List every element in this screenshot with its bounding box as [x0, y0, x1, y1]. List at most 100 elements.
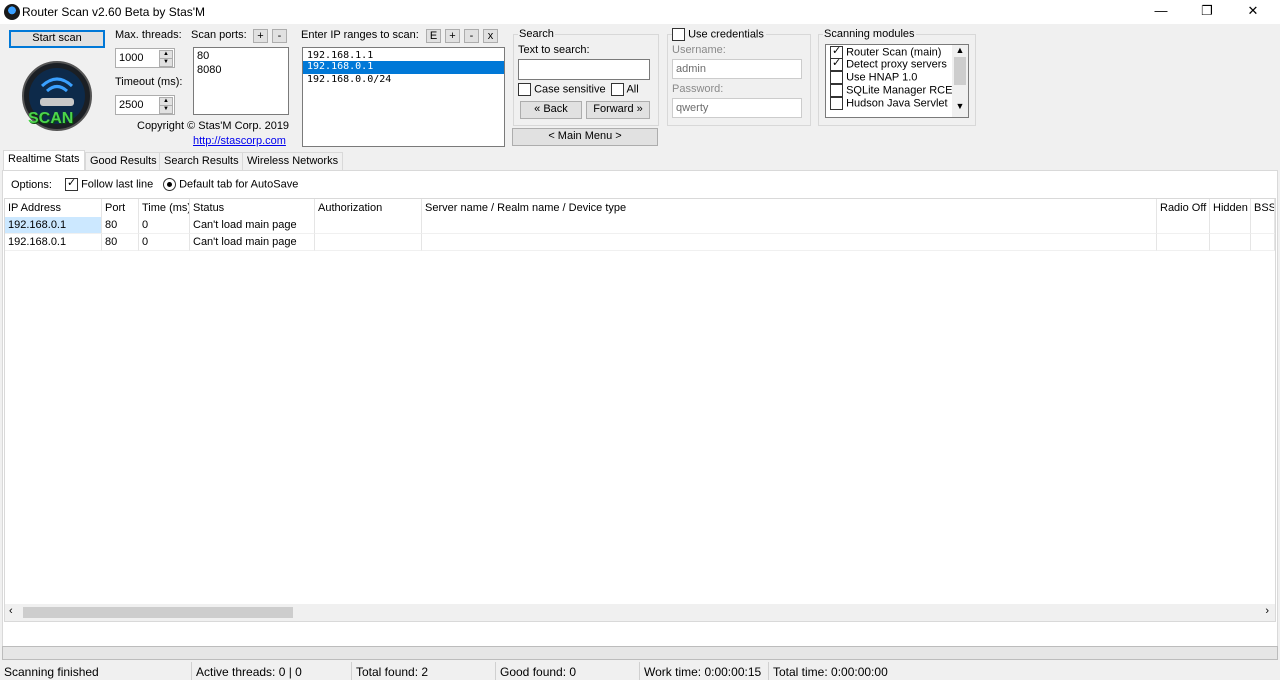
column-header[interactable]: Authorization [315, 199, 422, 217]
default-tab-radio[interactable]: Default tab for AutoSave [163, 178, 298, 191]
table-cell [422, 234, 1157, 251]
timeout-down-button[interactable]: ▼ [159, 105, 173, 114]
scan-ports-list[interactable]: 80 8080 [193, 47, 289, 115]
forward-button[interactable]: Forward » [586, 101, 650, 119]
all-label: All [626, 83, 639, 96]
ip-ranges-list[interactable]: 192.168.1.1 192.168.0.1 192.168.0.0/24 [302, 47, 505, 147]
scrollbar-thumb[interactable] [954, 57, 966, 85]
module-detect-proxy[interactable]: Detect proxy servers [826, 56, 968, 71]
website-link[interactable]: http://stascorp.com [193, 135, 286, 147]
password-value: qwerty [676, 102, 709, 114]
port-item[interactable]: 8080 [194, 64, 288, 76]
module-hnap[interactable]: Use HNAP 1.0 [826, 71, 968, 84]
clear-ranges-button[interactable]: x [483, 29, 498, 43]
table-cell: 0 [139, 217, 190, 234]
remove-port-button[interactable]: - [272, 29, 287, 43]
case-sensitive-checkbox[interactable]: Case sensitive [518, 83, 606, 96]
column-header[interactable]: Time (ms) [139, 199, 190, 217]
tab-wireless-networks[interactable]: Wireless Networks [242, 152, 344, 170]
module-checkbox[interactable] [830, 71, 843, 84]
edit-range-button[interactable]: E [426, 29, 441, 43]
table-cell [1210, 217, 1251, 234]
module-checkbox[interactable] [830, 97, 843, 110]
minimize-button[interactable]: — [1138, 0, 1184, 24]
password-field[interactable]: qwerty [672, 98, 802, 118]
ip-ranges-label: Enter IP ranges to scan: [301, 29, 419, 41]
table-cell [315, 217, 422, 234]
table-cell: 192.168.0.1 [5, 234, 102, 251]
follow-last-line-label: Follow last line [81, 178, 154, 191]
scan-ports-label: Scan ports: [191, 29, 247, 41]
status-good-found: Good found: 0 [496, 662, 640, 680]
tab-realtime-stats[interactable]: Realtime Stats [3, 150, 85, 171]
scrollbar-thumb[interactable] [23, 607, 293, 618]
column-header[interactable]: Status [190, 199, 315, 217]
table-cell [1157, 234, 1210, 251]
max-threads-value: 1000 [119, 52, 144, 64]
module-checkbox[interactable] [830, 56, 843, 71]
scroll-right-icon[interactable]: › [1265, 605, 1269, 617]
module-checkbox[interactable] [830, 84, 843, 97]
case-sensitive-box[interactable] [518, 83, 531, 96]
column-header[interactable]: Port [102, 199, 139, 217]
add-range-button[interactable]: + [445, 29, 460, 43]
default-tab-radio-dot[interactable] [163, 178, 176, 191]
column-header[interactable]: IP Address [5, 199, 102, 217]
module-sqlite[interactable]: SQLite Manager RCE [826, 84, 968, 97]
ip-range-item[interactable]: 192.168.1.1 [303, 48, 504, 61]
copyright-text: Copyright © Stas'M Corp. 2019 [137, 120, 290, 132]
use-credentials-box[interactable] [672, 28, 685, 41]
table-row[interactable]: 192.168.0.1 80 0 Can't load main page [5, 234, 1275, 251]
ip-range-item-selected[interactable]: 192.168.0.1 [303, 61, 504, 74]
back-button[interactable]: « Back [520, 101, 582, 119]
timeout-spinner[interactable]: 2500 ▲ ▼ [115, 95, 175, 115]
tab-good-results[interactable]: Good Results [85, 152, 162, 170]
port-item[interactable]: 80 [194, 48, 288, 64]
maximize-button[interactable]: ❐ [1184, 0, 1230, 24]
search-text-label: Text to search: [518, 44, 590, 56]
username-value: admin [676, 63, 706, 75]
module-router-scan[interactable]: Router Scan (main) [826, 45, 968, 59]
all-checkbox[interactable]: All [611, 83, 639, 96]
results-table[interactable]: IP Address Port Time (ms) Status Authori… [4, 198, 1276, 622]
module-label: Use HNAP 1.0 [846, 71, 918, 84]
username-field[interactable]: admin [672, 59, 802, 79]
remove-range-button[interactable]: - [464, 29, 479, 43]
column-header[interactable]: BSSI [1251, 199, 1275, 217]
max-threads-spinner[interactable]: 1000 ▲ ▼ [115, 48, 175, 68]
all-box[interactable] [611, 83, 624, 96]
status-work-time: Work time: 0:00:00:15 [640, 662, 769, 680]
app-icon [4, 4, 20, 20]
table-cell [1251, 234, 1275, 251]
default-tab-label: Default tab for AutoSave [179, 178, 299, 191]
table-cell: 192.168.0.1 [5, 217, 102, 234]
options-label: Options: [11, 179, 52, 191]
table-cell [1157, 217, 1210, 234]
table-row[interactable]: 192.168.0.1 80 0 Can't load main page [5, 217, 1275, 234]
scroll-up-icon[interactable]: ▲ [952, 45, 968, 55]
column-header[interactable]: Server name / Realm name / Device type [422, 199, 1157, 217]
scroll-left-icon[interactable]: ‹ [9, 605, 13, 617]
progress-bar [2, 646, 1278, 660]
follow-last-line-box[interactable] [65, 176, 78, 191]
add-port-button[interactable]: + [253, 29, 268, 43]
modules-scrollbar[interactable]: ▲ ▼ [952, 45, 968, 117]
horizontal-scrollbar[interactable]: ‹ › [5, 604, 1275, 621]
column-header[interactable]: Radio Off [1157, 199, 1210, 217]
follow-last-line-checkbox[interactable]: Follow last line [65, 176, 154, 191]
module-hudson[interactable]: Hudson Java Servlet [826, 97, 968, 110]
scroll-down-icon[interactable]: ▼ [952, 101, 968, 111]
modules-list[interactable]: Router Scan (main) Detect proxy servers … [825, 44, 969, 118]
tab-search-results[interactable]: Search Results [159, 152, 244, 170]
use-credentials-checkbox[interactable]: Use credentials [672, 28, 766, 41]
main-menu-button[interactable]: < Main Menu > [512, 128, 658, 146]
start-scan-button[interactable]: Start scan [9, 30, 105, 48]
max-threads-down-button[interactable]: ▼ [159, 58, 173, 67]
timeout-label: Timeout (ms): [115, 76, 183, 88]
close-button[interactable]: ✕ [1230, 0, 1276, 24]
search-input-value [519, 60, 649, 66]
search-input[interactable] [518, 59, 650, 80]
ip-range-item[interactable]: 192.168.0.0/24 [303, 74, 504, 87]
username-label: Username: [672, 44, 726, 56]
column-header[interactable]: Hidden [1210, 199, 1251, 217]
